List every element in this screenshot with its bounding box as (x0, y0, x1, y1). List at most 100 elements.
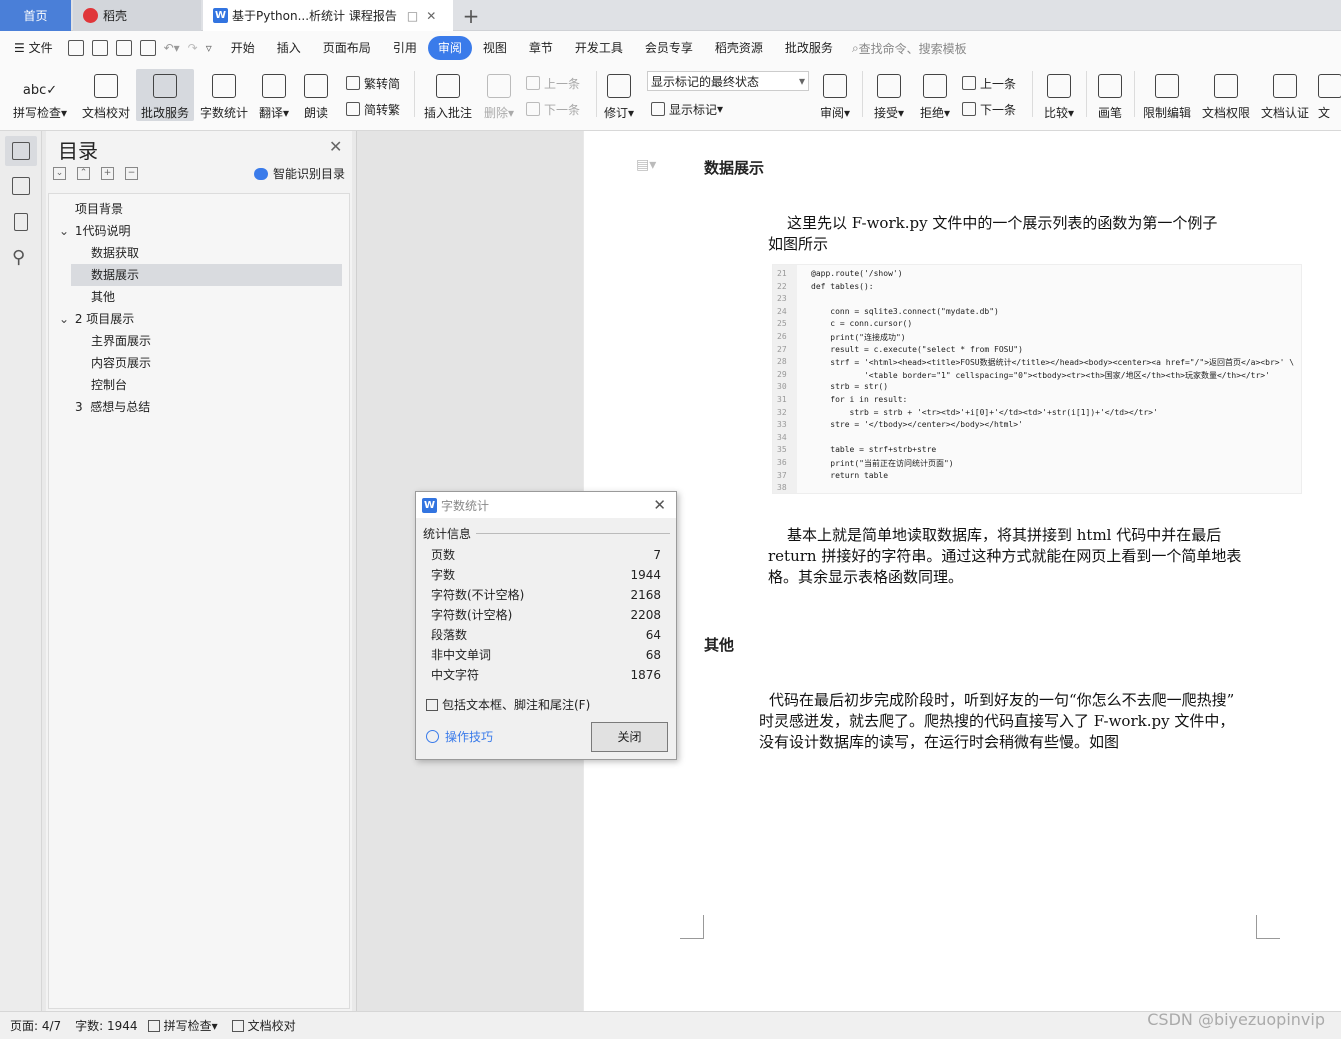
trad-to-simp-button[interactable]: 繁转简 (346, 73, 400, 93)
prev-comment-icon (526, 76, 540, 90)
menu-item[interactable]: 插入 (266, 36, 312, 60)
status-bar: 页面: 4/7 字数: 1944 拼写检查 ▾ 文档校对 (0, 1011, 1341, 1039)
close-button[interactable]: 关闭 (591, 722, 668, 752)
prev-change-button[interactable]: 上一条 (962, 73, 1016, 93)
spell-check-button[interactable]: abc✓ 拼写检查▾ (10, 69, 70, 121)
word-count-button[interactable]: 字数统计 (198, 69, 250, 121)
print-icon[interactable] (115, 40, 132, 56)
doc-proof-toggle[interactable]: 文档校对 (231, 1017, 296, 1034)
next-comment-button[interactable]: 下一条 (526, 99, 580, 119)
menu-item[interactable]: 会员专享 (634, 36, 704, 60)
menu-item[interactable]: 开发工具 (564, 36, 634, 60)
bookmark-icon[interactable] (14, 213, 28, 231)
heading-data-display: 数据展示 (704, 159, 765, 177)
chevron-down-icon[interactable]: ⌄ (59, 308, 71, 330)
chevron-down-icon[interactable]: ⌄ (59, 220, 71, 242)
page-indicator[interactable]: 页面: 4/7 (10, 1017, 61, 1034)
doc-proof-label: 文档校对 (247, 1019, 296, 1033)
toc-item[interactable]: 内容页展示 (91, 352, 151, 374)
menu-item[interactable]: 开始 (220, 36, 266, 60)
file-menu[interactable]: ☰ 文件 (0, 36, 64, 60)
customize-toolbar-icon[interactable]: ▿ (206, 41, 212, 55)
close-icon[interactable]: ✕ (329, 137, 342, 156)
tab-home[interactable]: 首页 (0, 0, 71, 31)
undo-icon[interactable]: ↶▾ (164, 41, 180, 55)
menu-item[interactable]: 批改服务 (774, 36, 844, 60)
doc-cert-button[interactable]: 文档认证 (1258, 69, 1312, 121)
pin-icon[interactable]: □ (407, 9, 418, 23)
next-change-button[interactable]: 下一条 (962, 99, 1016, 119)
more-ribbon-button[interactable]: 文 (1318, 69, 1341, 121)
toc-item-selected[interactable]: 数据展示 (71, 264, 342, 286)
review-pane-button[interactable]: 审阅▾ (816, 69, 854, 121)
doc-permission-button[interactable]: 文档权限 (1200, 69, 1252, 121)
expand-all-icon[interactable]: ⌄ (53, 167, 66, 180)
chapter-nav-icon[interactable] (12, 177, 30, 195)
toc-item[interactable]: ⌄ 2 项目展示 (59, 308, 134, 330)
toc-item[interactable]: 其他 (91, 286, 115, 308)
doc-proof-button[interactable]: 文档校对 (78, 69, 134, 121)
line-number: 23 (777, 294, 787, 304)
show-markup-button[interactable]: 显示标记 ▾ (651, 99, 723, 119)
add-item-icon[interactable]: + (101, 167, 114, 180)
toc-item[interactable]: 控制台 (91, 374, 127, 396)
redo-icon[interactable]: ↷ (188, 41, 198, 55)
code-line: @app.route('/show') (811, 269, 903, 278)
correct-service-button[interactable]: 批改服务 (136, 69, 194, 121)
toc-item[interactable]: ⌄ 1代码说明 (59, 220, 130, 242)
menu-item[interactable]: 章节 (518, 36, 564, 60)
collapse-all-icon[interactable]: ⌃ (77, 167, 90, 180)
new-tab-button[interactable]: + (458, 0, 484, 31)
accept-button[interactable]: 接受▾ (870, 69, 908, 121)
tab-document[interactable]: W 基于Python...析统计 课程报告 □ ✕ (203, 0, 453, 31)
paragraph-menu-icon[interactable]: ▤▾ (636, 157, 656, 173)
include-textbox-checkbox[interactable]: 包括文本框、脚注和尾注(F) (426, 696, 590, 713)
reject-button[interactable]: 拒绝▾ (916, 69, 954, 121)
smart-toc-button[interactable]: 智能识别目录 (254, 165, 345, 182)
prev-comment-button[interactable]: 上一条 (526, 73, 580, 93)
close-icon[interactable]: ✕ (653, 496, 666, 514)
toc-icon[interactable] (12, 142, 30, 160)
tab-daoke[interactable]: 稻壳 (73, 0, 201, 31)
spell-check-icon: abc✓ (22, 83, 58, 98)
save-icon[interactable] (67, 40, 84, 56)
hamburger-icon: ☰ (14, 41, 29, 55)
stat-value: 1876 (630, 668, 661, 682)
tips-link[interactable]: 操作技巧 (426, 728, 493, 745)
menu-item[interactable]: 稻壳资源 (704, 36, 774, 60)
remove-item-icon[interactable]: − (125, 167, 138, 180)
simp-to-trad-button[interactable]: 简转繁 (346, 99, 400, 119)
delete-comment-button[interactable]: 删除▾ (480, 69, 518, 121)
export-pdf-icon[interactable] (91, 40, 108, 56)
code-line: table = strf+strb+stre (811, 445, 937, 455)
search-icon[interactable]: ⚲ (12, 247, 25, 268)
menu-item[interactable]: 引用 (382, 36, 428, 60)
insert-comment-button[interactable]: 插入批注 (422, 69, 474, 121)
markup-state-select[interactable]: 显示标记的最终状态 ▾ (647, 71, 809, 91)
toc-item[interactable]: 数据获取 (91, 242, 139, 264)
line-number: 29 (777, 369, 787, 379)
menu-item[interactable]: 审阅 (427, 36, 472, 60)
menu-item[interactable]: 页面布局 (312, 36, 382, 60)
close-tab-icon[interactable]: ✕ (426, 9, 436, 23)
print-preview-icon[interactable] (139, 40, 156, 56)
track-changes-button[interactable]: 修订▾ (600, 69, 638, 121)
compare-button[interactable]: 比较▾ (1040, 69, 1078, 121)
ribbon-divider (414, 71, 415, 117)
toc-item[interactable]: 3 感想与总结 (75, 396, 150, 418)
dialog-titlebar[interactable]: W 字数统计 (416, 492, 676, 518)
document-page[interactable]: ▤▾ 数据展示 这里先以 F-work.py 文件中的一个展示列表的函数为第一个… (584, 131, 1341, 1011)
command-search[interactable]: ⌕ 查找命令、搜索模板 (852, 40, 967, 57)
pen-button[interactable]: 画笔 (1094, 69, 1126, 121)
read-aloud-button[interactable]: 朗读 (300, 69, 332, 121)
menu-item[interactable]: 视图 (472, 36, 518, 60)
toc-panel: 目录 ✕ ⌄ ⌃ + − 智能识别目录 项目背景 ⌄ 1代码说明 数据获取 数据… (46, 131, 352, 1011)
spell-check-toggle[interactable]: 拼写检查 ▾ (147, 1017, 218, 1034)
word-count-indicator[interactable]: 字数: 1944 (75, 1017, 137, 1034)
translate-button[interactable]: 翻译▾ (256, 69, 292, 121)
stat-label: 页数 (431, 548, 456, 562)
toc-item[interactable]: 项目背景 (75, 198, 123, 220)
toc-item[interactable]: 主界面展示 (91, 330, 151, 352)
checkbox-unchecked[interactable] (426, 698, 438, 711)
restrict-edit-button[interactable]: 限制编辑 (1140, 69, 1194, 121)
